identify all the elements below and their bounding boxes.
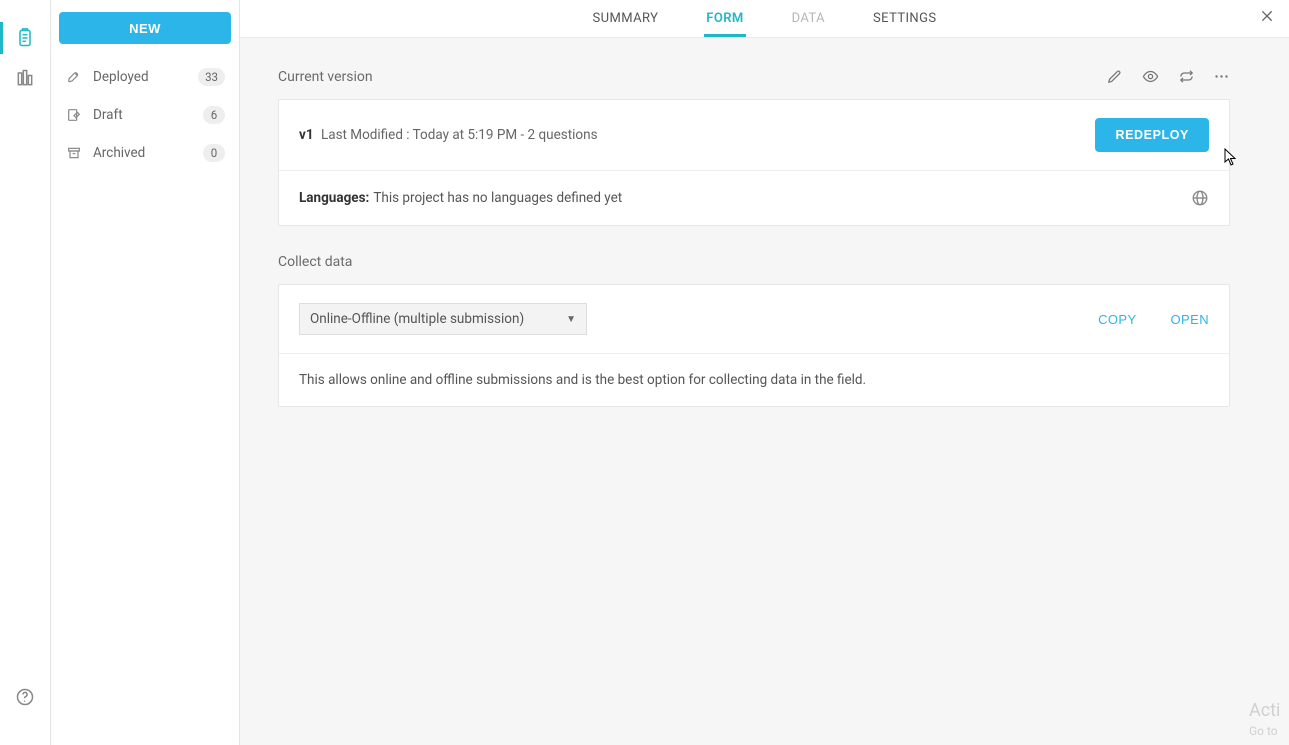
section-title-current-version: Current version <box>278 69 1106 85</box>
activation-watermark: Acti Go to <box>1249 701 1289 741</box>
languages-text: This project has no languages defined ye… <box>373 190 622 206</box>
icon-rail <box>0 0 51 745</box>
globe-icon[interactable] <box>1191 189 1209 207</box>
open-button[interactable]: OPEN <box>1171 312 1209 327</box>
close-icon[interactable] <box>1259 8 1275 24</box>
tab-settings[interactable]: SETTINGS <box>873 1 936 36</box>
preview-icon[interactable] <box>1141 68 1160 85</box>
section-title-collect-data: Collect data <box>278 254 1230 270</box>
collect-data-card: Online-Offline (multiple submission) ▼ C… <box>278 284 1230 407</box>
chevron-down-icon: ▼ <box>566 314 576 325</box>
sidebar-item-draft[interactable]: Draft 6 <box>59 96 231 134</box>
collect-method-value: Online-Offline (multiple submission) <box>310 311 524 327</box>
languages-label: Languages: <box>299 190 369 206</box>
draft-icon <box>65 107 83 123</box>
version-meta: Last Modified : Today at 5:19 PM - 2 que… <box>321 127 598 143</box>
version-info: v1 Last Modified : Today at 5:19 PM - 2 … <box>299 127 1095 143</box>
collect-method-select[interactable]: Online-Offline (multiple submission) ▼ <box>299 303 587 335</box>
replace-icon[interactable] <box>1178 68 1195 85</box>
copy-button[interactable]: COPY <box>1098 312 1136 327</box>
tab-form[interactable]: FORM <box>706 1 743 36</box>
sidebar-item-count: 33 <box>198 68 225 86</box>
rail-projects-icon[interactable] <box>0 18 50 58</box>
redeploy-button[interactable]: REDEPLOY <box>1095 118 1209 152</box>
rocket-icon <box>65 69 83 85</box>
new-button[interactable]: NEW <box>59 12 231 44</box>
tabs-bar: SUMMARY FORM DATA SETTINGS <box>240 0 1289 38</box>
sidebar-item-label: Deployed <box>93 69 188 85</box>
sidebar-item-label: Draft <box>93 107 193 123</box>
sidebar-item-count: 6 <box>203 106 225 124</box>
sidebar-item-deployed[interactable]: Deployed 33 <box>59 58 231 96</box>
main-area: SUMMARY FORM DATA SETTINGS Current versi… <box>240 0 1289 745</box>
sidebar: NEW Deployed 33 Draft 6 <box>51 0 240 745</box>
tab-data[interactable]: DATA <box>792 1 825 36</box>
current-version-card: v1 Last Modified : Today at 5:19 PM - 2 … <box>278 99 1230 226</box>
more-icon[interactable] <box>1213 68 1230 85</box>
sidebar-item-count: 0 <box>203 144 225 162</box>
tab-summary[interactable]: SUMMARY <box>593 1 659 36</box>
sidebar-item-archived[interactable]: Archived 0 <box>59 134 231 172</box>
rail-help-icon[interactable] <box>0 687 50 707</box>
sidebar-item-label: Archived <box>93 145 193 161</box>
edit-icon[interactable] <box>1106 68 1123 85</box>
archive-icon <box>65 145 83 161</box>
rail-library-icon[interactable] <box>0 58 50 98</box>
version-label: v1 <box>299 127 314 143</box>
collect-description: This allows online and offline submissio… <box>279 354 1229 406</box>
